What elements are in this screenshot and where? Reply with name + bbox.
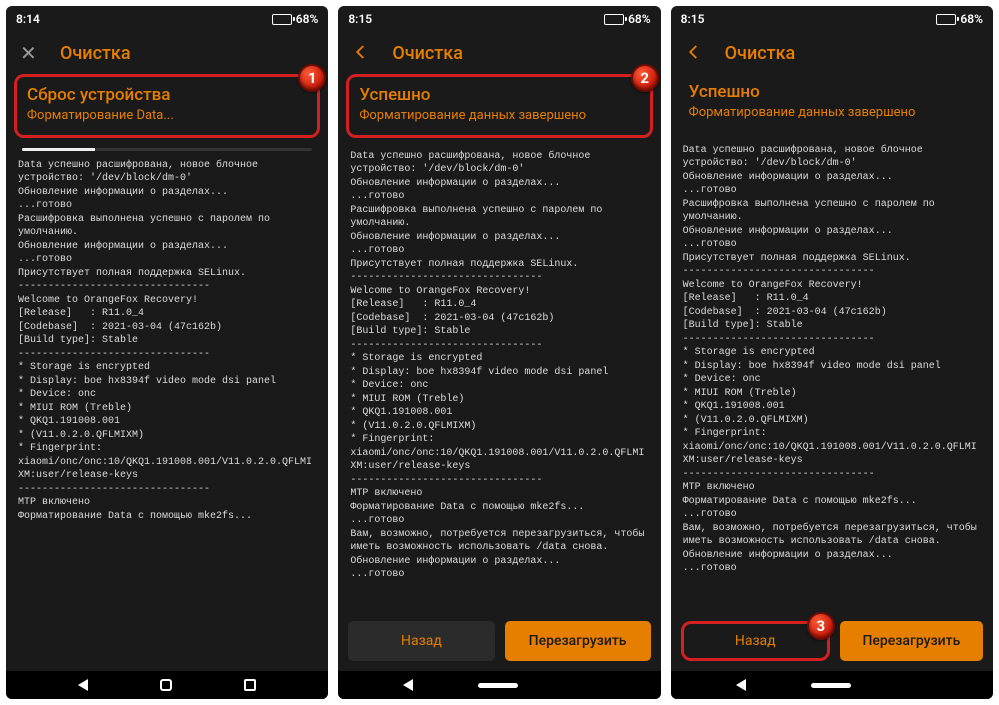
nav-home-icon[interactable] xyxy=(160,679,172,691)
banner-title: Успешно xyxy=(359,85,639,106)
status-banner: Успешно Форматирование данных завершено2 xyxy=(346,74,652,138)
back-arrow-icon[interactable] xyxy=(352,43,372,64)
battery-icon xyxy=(272,14,292,25)
reboot-button-label: Перезагрузить xyxy=(529,633,627,649)
annotation-badge: 1 xyxy=(298,64,326,92)
status-bar: 8:14 68% xyxy=(6,6,328,32)
bottom-buttons: Назад Перезагрузить xyxy=(338,611,660,671)
banner-subtitle: Форматирование данных завершено xyxy=(689,105,975,121)
nav-back-icon[interactable] xyxy=(736,679,746,691)
status-time: 8:15 xyxy=(348,12,372,26)
reboot-button[interactable]: Перезагрузить xyxy=(840,621,983,661)
banner-title: Сброс устройства xyxy=(27,85,307,106)
status-time: 8:15 xyxy=(681,12,705,26)
annotation-badge: 2 xyxy=(631,64,659,92)
android-navbar xyxy=(6,671,328,699)
console-log: Data успешно расшифрована, новое блочное… xyxy=(338,142,660,612)
phone-screen-1: 8:14 68% ✕ Очистка Сброс устройства Форма… xyxy=(6,6,328,699)
phone-screen-2: 8:15 68% Очистка Успешно Форматирование … xyxy=(338,6,660,699)
nav-home-icon[interactable] xyxy=(478,683,518,688)
status-bar: 8:15 68% xyxy=(671,6,993,32)
annotation-badge: 3 xyxy=(807,612,835,640)
back-button-label: Назад xyxy=(401,633,442,649)
android-navbar xyxy=(338,671,660,699)
header: Очистка xyxy=(671,32,993,74)
status-battery: 68% xyxy=(936,12,983,26)
reboot-button[interactable]: Перезагрузить xyxy=(505,621,651,661)
nav-back-icon[interactable] xyxy=(403,679,413,691)
bottom-buttons: Назад3Перезагрузить xyxy=(671,611,993,671)
status-battery: 68% xyxy=(604,12,651,26)
back-arrow-icon[interactable] xyxy=(685,43,705,64)
battery-icon xyxy=(604,14,624,25)
phone-screen-3: 8:15 68% Очистка Успешно Форматирование … xyxy=(671,6,993,699)
banner-subtitle: Форматирование Data... xyxy=(27,108,307,124)
header: ✕ Очистка xyxy=(6,32,328,74)
nav-back-icon[interactable] xyxy=(78,679,88,691)
status-bar: 8:15 68% xyxy=(338,6,660,32)
header-title: Очистка xyxy=(60,43,131,64)
header-title: Очистка xyxy=(725,43,796,64)
status-time: 8:14 xyxy=(16,12,40,26)
header: Очистка xyxy=(338,32,660,74)
nav-recent-icon[interactable] xyxy=(916,679,928,691)
nav-recent-icon[interactable] xyxy=(584,679,596,691)
battery-pct: 68% xyxy=(960,12,983,26)
back-button-label: Назад xyxy=(735,633,776,649)
nav-recent-icon[interactable] xyxy=(244,679,256,691)
banner-subtitle: Форматирование данных завершено xyxy=(359,108,639,124)
nav-home-icon[interactable] xyxy=(811,683,851,688)
back-button[interactable]: Назад3 xyxy=(681,621,830,661)
status-battery: 68% xyxy=(272,12,319,26)
header-title: Очистка xyxy=(392,43,463,64)
console-log: Data успешно расшифрована, новое блочное… xyxy=(671,136,993,612)
reboot-button-label: Перезагрузить xyxy=(862,633,960,649)
status-banner: Успешно Форматирование данных завершено xyxy=(679,74,985,132)
battery-icon xyxy=(936,14,956,25)
battery-pct: 68% xyxy=(628,12,651,26)
status-banner: Сброс устройства Форматирование Data...1 xyxy=(14,74,320,138)
console-log: Data успешно расшифрована, новое блочное… xyxy=(6,151,328,672)
battery-pct: 68% xyxy=(296,12,319,26)
back-button[interactable]: Назад xyxy=(348,621,494,661)
close-icon[interactable]: ✕ xyxy=(20,43,40,63)
android-navbar xyxy=(671,671,993,699)
banner-title: Успешно xyxy=(689,82,975,103)
